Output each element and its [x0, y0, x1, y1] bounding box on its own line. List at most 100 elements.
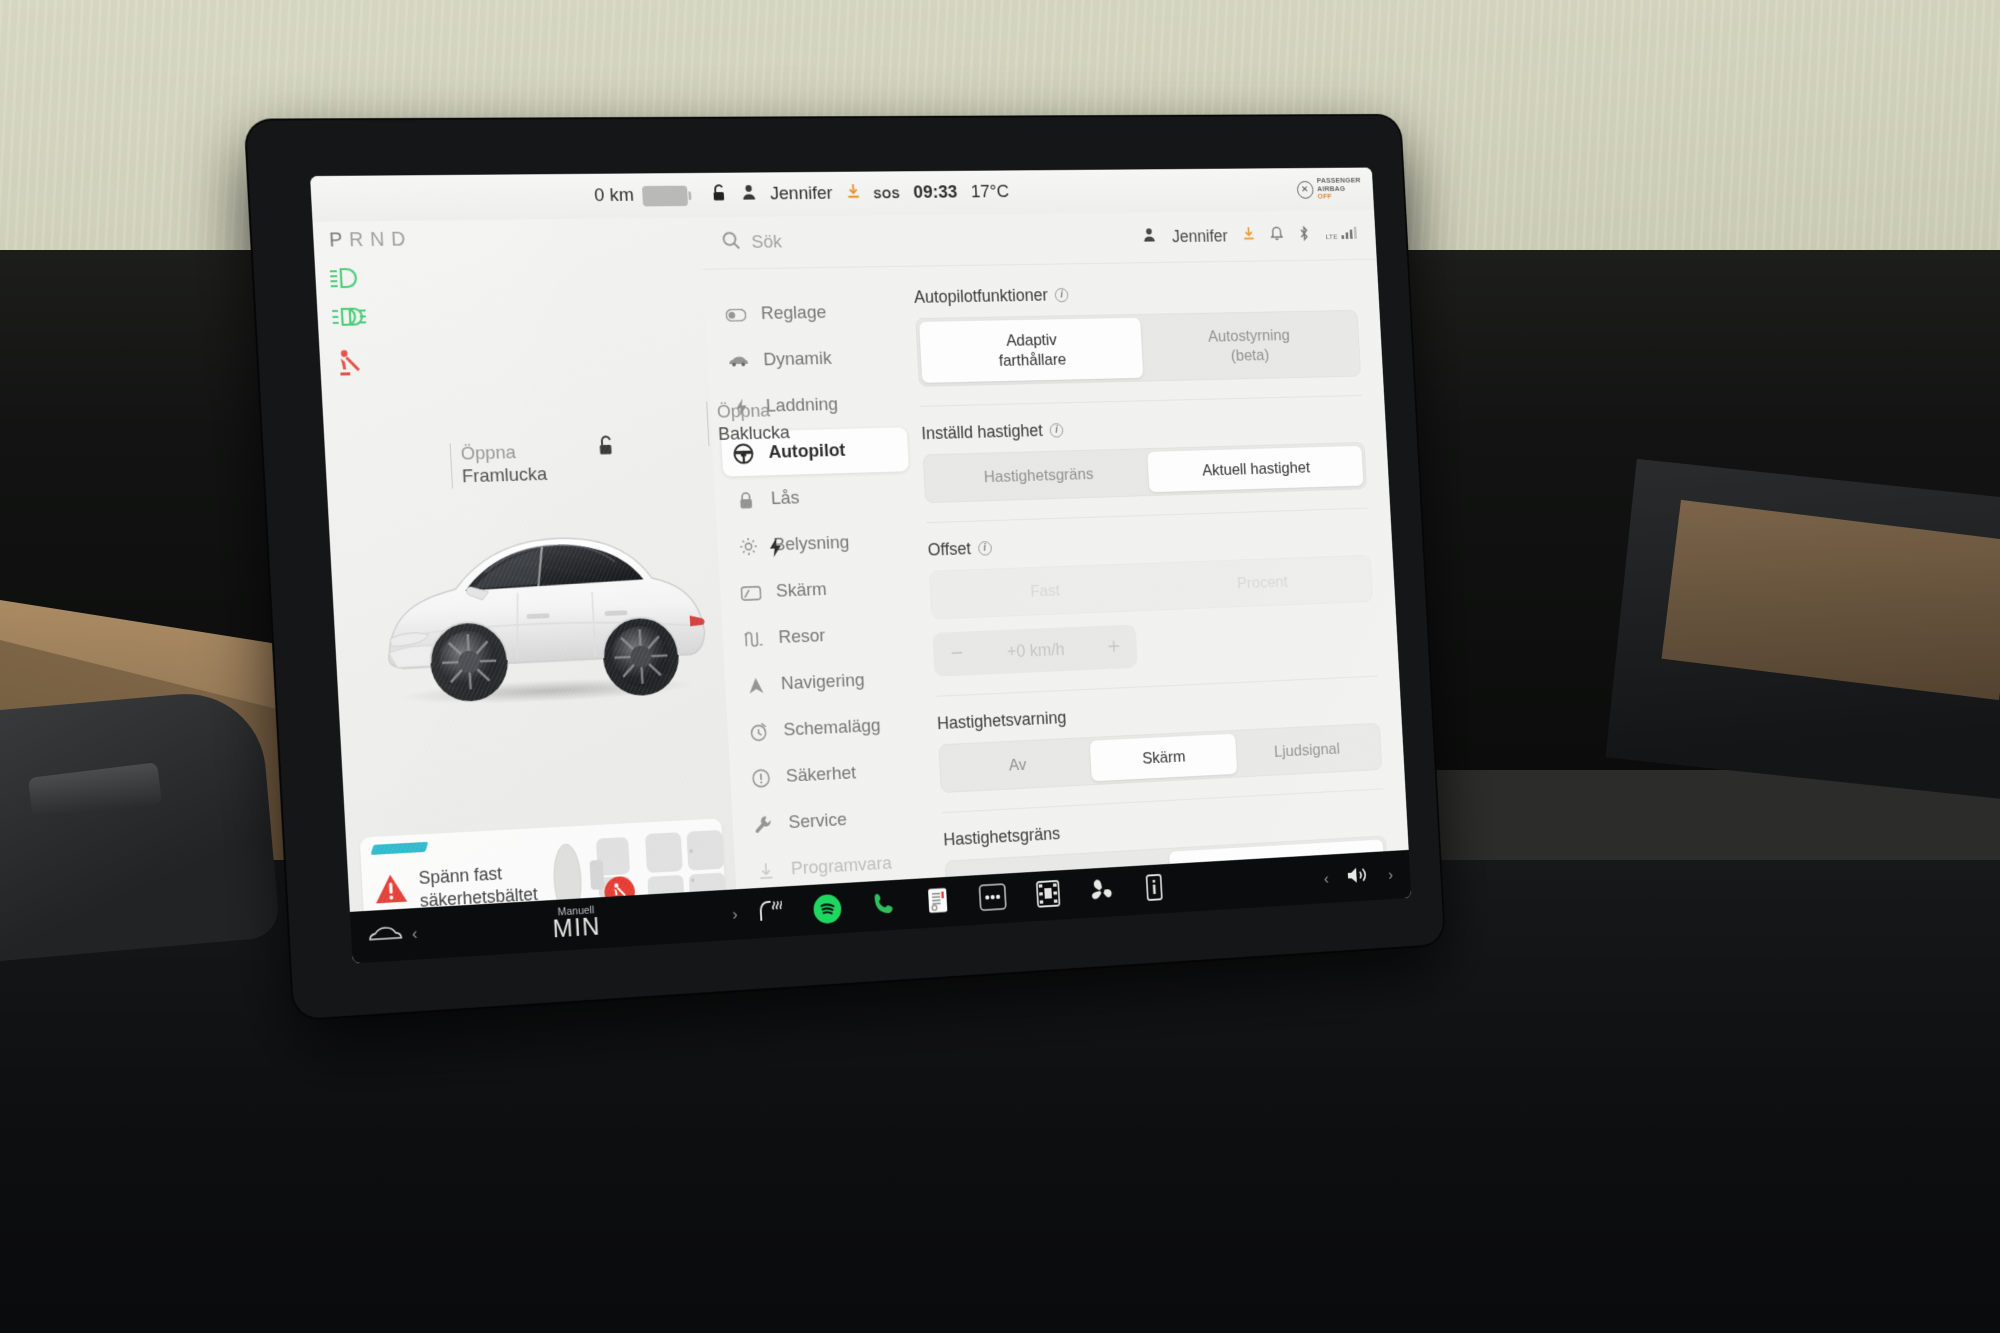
climate-temperature: MIN [552, 912, 602, 944]
steering-icon [733, 443, 755, 465]
status-bar-right: Jennifer SOS 09:33 17°C ✕ PASSENGER AIRB… [698, 176, 1362, 207]
sidebar-label: Belysning [772, 532, 850, 556]
car-icon-dock[interactable] [368, 924, 402, 947]
volume-chevron-right[interactable]: › [1388, 866, 1394, 885]
airbag-icon: ✕ [1296, 180, 1314, 199]
seatbelt-warning-icon [333, 348, 364, 378]
more-icon[interactable] [978, 883, 1007, 916]
sun-icon [738, 537, 759, 557]
seat-heater-icon[interactable] [757, 898, 783, 927]
option-autostyrning[interactable]: Autostyrning (beta) [1140, 314, 1357, 378]
profile-name-settings[interactable]: Jennifer [1171, 227, 1228, 247]
software-icon [755, 862, 776, 881]
bell-icon[interactable] [1270, 226, 1284, 246]
option-ljudsignal[interactable]: Ljudsignal [1235, 727, 1379, 774]
autopilot-features-segmented: Adaptiv farthållare Autostyrning (beta) [915, 309, 1361, 387]
sos-button[interactable]: SOS [873, 186, 900, 201]
autopilot-settings: Autopilotfunktioner i Adaptiv farthållar… [898, 260, 1411, 928]
sidebar-item-skarm[interactable]: Skärm [728, 565, 916, 616]
option-line2: (beta) [1230, 346, 1270, 365]
sidebar-item-resor[interactable]: Resor [731, 611, 919, 663]
calendar-icon[interactable] [926, 886, 949, 919]
sidebar-item-dynamik[interactable]: Dynamik [716, 336, 904, 384]
sidebar-item-schemalagg[interactable]: Schemalägg [736, 702, 924, 755]
range-readout: 0 km [593, 185, 635, 206]
search-input[interactable]: Sök [751, 232, 782, 254]
info-icon[interactable]: i [1054, 287, 1069, 303]
display-icon [740, 585, 761, 600]
offset-segmented: Fast Procent [928, 554, 1374, 620]
offset-value: +0 km/h [1006, 639, 1066, 661]
set-speed-segmented: Hastighetsgräns Aktuell hastighet [922, 442, 1368, 504]
fog-light-icon [331, 307, 367, 327]
option-hastighetsgrans[interactable]: Hastighetsgräns [926, 452, 1149, 499]
clock: 09:33 [912, 182, 958, 203]
option-line2: farthållare [998, 350, 1067, 370]
volume-icon[interactable] [1345, 863, 1372, 891]
gear-indicator: PRND [329, 229, 413, 253]
offset-decrease-button[interactable]: − [938, 640, 976, 668]
gear-p: P [328, 229, 350, 252]
teal-accent-bar [370, 841, 429, 855]
section-label: Inställd hastighet [920, 420, 1044, 444]
sidebar-item-service[interactable]: Service [741, 794, 929, 848]
open-trunk-button[interactable]: Öppna Baklucka [706, 399, 791, 447]
door-panel [0, 687, 281, 963]
passenger-airbag-indicator: ✕ PASSENGER AIRBAG OFF [1296, 176, 1362, 201]
outside-temperature: 17°C [970, 181, 1010, 203]
person-icon[interactable] [741, 184, 757, 205]
car-unlock-icon[interactable] [597, 435, 617, 462]
warning-triangle-icon [373, 873, 408, 911]
sidebar-item-las[interactable]: Lås [723, 473, 911, 523]
dock-volume: ‹ › [1323, 860, 1411, 892]
sidebar-label: Säkerhet [785, 762, 857, 787]
charge-port-icon[interactable] [768, 537, 784, 564]
lock-icon [735, 491, 756, 510]
open-frunk-button[interactable]: Öppna Framlucka [449, 440, 548, 489]
settings-body: Reglage Dynamik Laddning Autopilot Lås B… [703, 260, 1412, 940]
info-icon-dock[interactable] [1144, 873, 1165, 905]
sidebar-label: Service [788, 809, 848, 833]
touchscreen-assembly: 0 km Jennifer SOS 09:33 17°C ✕ PASSENGER… [245, 115, 1445, 1020]
download-icon-settings[interactable] [1243, 226, 1256, 246]
info-icon[interactable]: i [977, 541, 992, 556]
toggle-icon [725, 308, 746, 321]
schedule-icon [748, 722, 769, 742]
driver-profile-name[interactable]: Jennifer [770, 183, 833, 205]
download-icon[interactable] [846, 183, 861, 204]
fan-icon[interactable] [1089, 875, 1116, 910]
sidebar-item-belysning[interactable]: Belysning [726, 519, 914, 570]
option-skarm[interactable]: Skärm [1090, 733, 1237, 782]
sidebar-item-reglage[interactable]: Reglage [713, 290, 901, 338]
search-bar-right: Jennifer LTE [1143, 224, 1358, 247]
option-procent[interactable]: Procent [1154, 559, 1370, 607]
sidebar-item-sakerhet[interactable]: Säkerhet [739, 748, 927, 802]
navigation-icon [745, 676, 766, 694]
volume-chevron-left[interactable]: ‹ [1323, 869, 1329, 888]
media-icon[interactable] [1036, 879, 1061, 912]
sidebar-label: Dynamik [762, 348, 833, 371]
battery-icon [641, 185, 689, 206]
option-aktuell-hastighet[interactable]: Aktuell hastighet [1147, 445, 1364, 493]
network-type: LTE [1325, 232, 1338, 242]
climate-chevron-left[interactable]: ‹ [411, 924, 418, 944]
open-frunk-line1: Öppna [460, 442, 517, 465]
sidebar-label: Programvara [790, 853, 893, 880]
sidebar-item-navigering[interactable]: Navigering [733, 656, 921, 708]
person-icon-small[interactable] [1143, 227, 1157, 247]
warning-line1: Spänn fast [418, 863, 503, 888]
bluetooth-icon[interactable] [1299, 225, 1311, 246]
low-beam-icon [329, 267, 364, 289]
screen-main: PRND Öppna Framlucka Öppna Baklucka Spän… [312, 209, 1412, 964]
section-label: Autopilotfunktioner [913, 285, 1049, 307]
option-av[interactable]: Av [942, 741, 1092, 789]
offset-stepper: − +0 km/h + [932, 624, 1138, 677]
info-icon[interactable]: i [1049, 423, 1064, 438]
option-adaptiv-farthallare[interactable]: Adaptiv farthållare [919, 317, 1144, 383]
phone-icon[interactable] [872, 890, 897, 921]
unlock-icon[interactable] [711, 183, 728, 206]
spotify-icon[interactable] [812, 893, 842, 925]
option-fast[interactable]: Fast [933, 566, 1156, 615]
search-icon [721, 231, 741, 255]
offset-increase-button[interactable]: + [1095, 633, 1132, 661]
